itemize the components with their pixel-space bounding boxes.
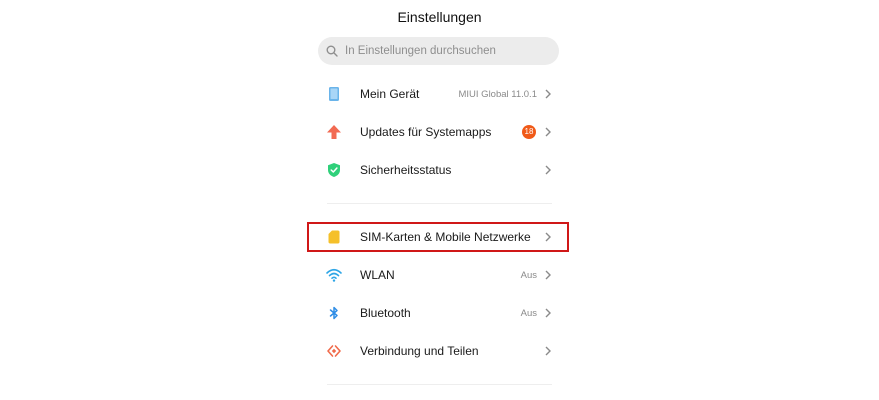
settings-item-label: Mein Gerät <box>360 87 420 101</box>
settings-item-verbindung-teilen[interactable]: Verbindung und Teilen <box>318 336 559 366</box>
section-divider <box>327 203 552 204</box>
search-input[interactable]: In Einstellungen durchsuchen <box>318 37 559 65</box>
page-title: Einstellungen <box>397 9 482 25</box>
settings-item-bluetooth[interactable]: Bluetooth Aus <box>318 298 559 328</box>
search-icon <box>326 45 338 57</box>
section-divider <box>327 384 552 385</box>
chevron-right-icon <box>543 164 553 176</box>
wifi-icon <box>326 267 342 283</box>
selection-highlight <box>307 222 569 252</box>
search-placeholder: In Einstellungen durchsuchen <box>345 45 496 57</box>
settings-item-sicherheitsstatus[interactable]: Sicherheitsstatus <box>318 155 559 185</box>
update-count-badge: 18 <box>522 125 536 139</box>
shield-check-icon <box>326 162 342 178</box>
arrow-up-icon <box>326 124 342 140</box>
settings-item-label: Updates für Systemapps <box>360 125 492 139</box>
settings-item-value: Aus <box>520 269 537 281</box>
chevron-right-icon <box>543 307 553 319</box>
chevron-right-icon <box>543 345 553 357</box>
settings-item-value: MIUI Global 11.0.1 <box>458 88 537 100</box>
settings-item-mein-geraet[interactable]: Mein Gerät MIUI Global 11.0.1 <box>318 79 559 109</box>
chevron-right-icon <box>543 269 553 281</box>
chevron-right-icon <box>543 88 553 100</box>
share-connection-icon <box>326 343 342 359</box>
chevron-right-icon <box>543 126 553 138</box>
settings-item-label: Bluetooth <box>360 306 411 320</box>
settings-item-wlan[interactable]: WLAN Aus <box>318 260 559 290</box>
tablet-icon <box>326 86 342 102</box>
settings-item-label: Sicherheitsstatus <box>360 163 452 177</box>
settings-item-label: WLAN <box>360 268 395 282</box>
bluetooth-icon <box>326 305 342 321</box>
settings-item-label: Verbindung und Teilen <box>360 344 479 358</box>
settings-item-updates-systemapps[interactable]: Updates für Systemapps 18 <box>318 117 559 147</box>
settings-page: Einstellungen In Einstellungen durchsuch… <box>0 0 879 400</box>
settings-item-value: Aus <box>520 307 537 319</box>
